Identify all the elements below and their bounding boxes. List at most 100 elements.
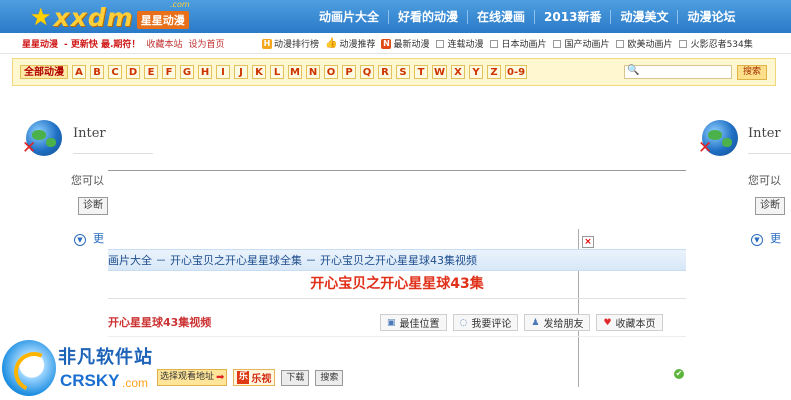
close-icon[interactable]: × bbox=[582, 236, 594, 248]
letter-all[interactable]: 全部动漫 bbox=[20, 65, 68, 79]
letter-a[interactable]: A bbox=[72, 65, 86, 79]
letter-j[interactable]: J bbox=[234, 65, 248, 79]
letter-q[interactable]: Q bbox=[360, 65, 374, 79]
globe-error-icon: ✕ bbox=[698, 120, 738, 158]
letter-w[interactable]: W bbox=[432, 65, 448, 79]
diagnose-button[interactable]: 诊断 bbox=[755, 197, 785, 215]
nav-item-cartoons[interactable]: 动画片大全 bbox=[310, 10, 388, 24]
letter-0-9[interactable]: 0-9 bbox=[505, 65, 528, 79]
letv-logo-icon: 乐 bbox=[237, 371, 250, 384]
quick-link-ranking[interactable]: H 动漫排行榜 bbox=[262, 37, 319, 50]
action-bar: ▣ 最佳位置 ◌ 我要评论 ♟ 发给朋友 ♥ 收藏本页 bbox=[380, 314, 663, 331]
divider bbox=[108, 298, 686, 299]
quick-link-label: 最新动漫 bbox=[393, 40, 430, 50]
download-button[interactable]: 下载 bbox=[281, 369, 310, 386]
quick-link-western[interactable]: 欧美动画片 bbox=[615, 37, 673, 50]
letter-x[interactable]: X bbox=[451, 65, 466, 79]
error-title: Inter bbox=[73, 126, 106, 141]
search-input[interactable] bbox=[624, 65, 732, 79]
letter-c[interactable]: C bbox=[108, 65, 122, 79]
nav-item-anime-articles[interactable]: 动漫美文 bbox=[610, 9, 677, 24]
quick-link-label: 火影忍者534集 bbox=[690, 40, 753, 50]
quick-link-label: 欧美动画片 bbox=[627, 40, 673, 50]
more-info-link[interactable]: 更 bbox=[93, 230, 104, 246]
square-icon bbox=[489, 39, 498, 48]
watermark-domain: .com bbox=[122, 376, 149, 390]
share-button[interactable]: ♟ 发给朋友 bbox=[524, 314, 591, 331]
letter-g[interactable]: G bbox=[180, 65, 194, 79]
monitor-icon: ▣ bbox=[387, 317, 396, 328]
source-row: 选择观看地址 ➡ 乐乐视 下载 搜索 bbox=[157, 369, 344, 386]
site-logo[interactable]: ★ xxdm 星星动漫 .com bbox=[30, 0, 190, 32]
letter-h[interactable]: H bbox=[198, 65, 212, 79]
letter-m[interactable]: M bbox=[288, 65, 302, 79]
search-button[interactable]: 搜索 bbox=[737, 65, 767, 80]
quick-link-naruto[interactable]: 火影忍者534集 bbox=[678, 37, 753, 50]
watermark-en: CRSKY bbox=[60, 371, 120, 390]
logo-domain: .com bbox=[170, 0, 190, 9]
letter-r[interactable]: R bbox=[378, 65, 392, 79]
letter-i[interactable]: I bbox=[216, 65, 230, 79]
letter-z[interactable]: Z bbox=[487, 65, 502, 79]
nav-item-new-season[interactable]: 2013新番 bbox=[534, 9, 610, 24]
site-slogan: - 更新快 最.期符！ bbox=[64, 40, 141, 50]
letter-n[interactable]: N bbox=[306, 65, 320, 79]
quick-link-chinese[interactable]: 国产动画片 bbox=[552, 37, 610, 50]
quick-link-label: 国产动画片 bbox=[564, 40, 610, 50]
video-subtitle: 开心星星球43集视频 bbox=[108, 316, 212, 329]
hot-badge-icon: H bbox=[262, 38, 272, 49]
page-title: 开心宝贝之开心星星球43集 bbox=[310, 276, 484, 292]
letter-f[interactable]: F bbox=[162, 65, 176, 79]
letter-t[interactable]: T bbox=[414, 65, 428, 79]
quick-link-serial[interactable]: 连载动漫 bbox=[435, 37, 484, 50]
letter-b[interactable]: B bbox=[90, 65, 104, 79]
best-position-button[interactable]: ▣ 最佳位置 bbox=[380, 314, 447, 331]
arrow-right-icon: ➡ bbox=[216, 372, 225, 383]
nav-item-online-comics[interactable]: 在线漫画 bbox=[467, 9, 534, 24]
quick-link-recommend[interactable]: 👍 动漫推荐 bbox=[325, 37, 375, 50]
letter-p[interactable]: P bbox=[342, 65, 356, 79]
letter-l[interactable]: L bbox=[270, 65, 284, 79]
search-source-button[interactable]: 搜索 bbox=[315, 369, 344, 386]
letter-list: 全部动漫 A B C D E F G H I J K L M N O P Q R… bbox=[20, 65, 528, 79]
diagnose-button[interactable]: 诊断 bbox=[78, 197, 108, 215]
quick-link-japanese[interactable]: 日本动画片 bbox=[489, 37, 547, 50]
set-homepage-link[interactable]: 设为首页 bbox=[188, 37, 224, 50]
nav-item-good-anime[interactable]: 好看的动漫 bbox=[388, 9, 467, 24]
logo-text: xxdm bbox=[53, 2, 134, 32]
expand-icon[interactable]: ▼ bbox=[74, 234, 86, 246]
divider bbox=[108, 336, 686, 337]
breadcrumb[interactable]: 画片大全 － 开心宝贝之开心星星球全集 － 开心宝贝之开心星星球43集视频 bbox=[108, 252, 477, 268]
star-icon: ★ bbox=[30, 3, 52, 31]
letter-k[interactable]: K bbox=[252, 65, 266, 79]
letter-y[interactable]: Y bbox=[469, 65, 484, 79]
error-text: 您可以 bbox=[748, 174, 781, 187]
letter-e[interactable]: E bbox=[144, 65, 158, 79]
logo-subtitle: 星星动漫 bbox=[136, 11, 189, 29]
top-nav: 动画片大全 好看的动漫 在线漫画 2013新番 动漫美文 动漫论坛 bbox=[310, 0, 744, 33]
error-title: Inter bbox=[748, 126, 781, 141]
check-icon: ✔ bbox=[674, 369, 684, 379]
square-icon bbox=[615, 39, 624, 48]
site-name: 星星动漫 bbox=[22, 40, 59, 50]
new-badge-icon: N bbox=[381, 38, 392, 49]
letter-s[interactable]: S bbox=[396, 65, 410, 79]
letv-source-button[interactable]: 乐乐视 bbox=[233, 369, 276, 386]
comment-button[interactable]: ◌ 我要评论 bbox=[452, 314, 519, 331]
quick-link-latest[interactable]: N 最新动漫 bbox=[381, 37, 430, 50]
search-icon: 🔍 bbox=[627, 65, 640, 76]
action-label: 收藏本页 bbox=[615, 319, 656, 330]
more-info-link[interactable]: 更 bbox=[770, 230, 781, 246]
bookmark-link[interactable]: 收藏本站 bbox=[146, 37, 182, 50]
expand-icon[interactable]: ▼ bbox=[751, 234, 763, 246]
user-icon: ♟ bbox=[531, 317, 540, 328]
sub-bar-left: 星星动漫 - 更新快 最.期符！ 收藏本站 设为首页 bbox=[22, 37, 224, 50]
square-icon bbox=[435, 39, 444, 48]
divider bbox=[73, 153, 153, 154]
quick-link-label: 连载动漫 bbox=[447, 40, 484, 50]
letter-o[interactable]: O bbox=[324, 65, 338, 79]
bookmark-button[interactable]: ♥ 收藏本页 bbox=[596, 314, 663, 331]
nav-item-forum[interactable]: 动漫论坛 bbox=[677, 9, 744, 24]
quick-link-label: 日本动画片 bbox=[501, 40, 547, 50]
letter-d[interactable]: D bbox=[126, 65, 140, 79]
